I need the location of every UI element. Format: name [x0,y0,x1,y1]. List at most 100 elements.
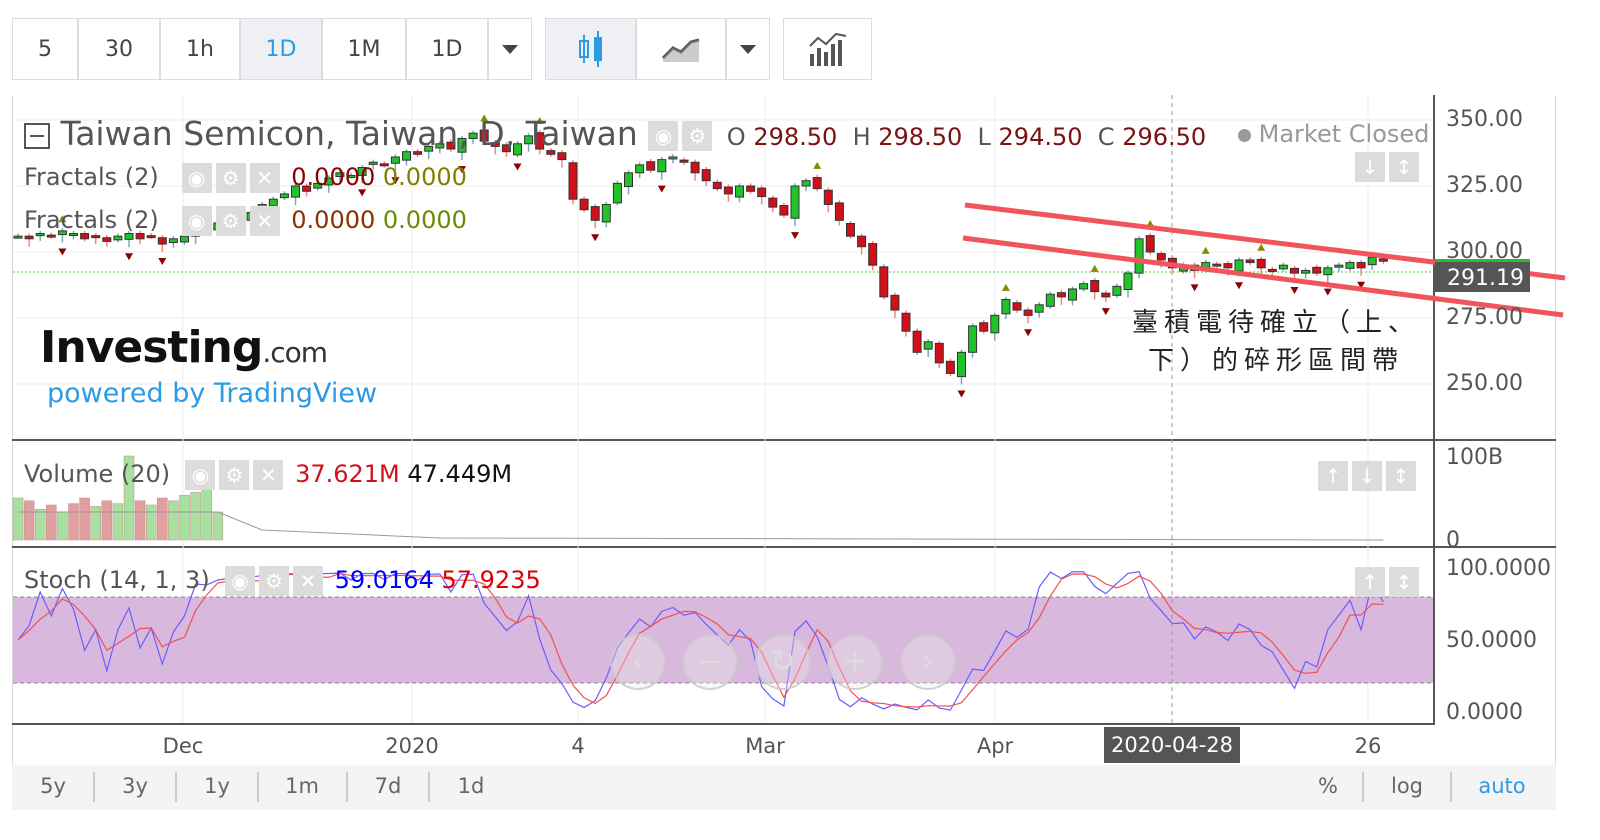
visibility-eye-icon[interactable]: ◉ [185,460,216,490]
volume-bar [79,497,90,541]
settings-gear-icon[interactable]: ⚙ [219,460,250,490]
candle-down [712,181,722,190]
remove-x-icon[interactable]: ✕ [249,206,280,236]
candle-down [579,198,589,211]
range-1d[interactable]: 1d [458,774,485,798]
scroll-left-button[interactable]: ‹ [610,634,666,690]
candle-down [979,322,989,332]
candle-down [1245,259,1255,264]
fractal-up-marker [813,161,822,169]
candle-up [635,164,645,174]
remove-x-icon[interactable]: ✕ [249,163,280,193]
candle-down [1212,263,1222,267]
price-tick: 250.00 [1446,371,1523,396]
reset-button[interactable]: ↻ [755,634,811,690]
remove-x-icon[interactable]: ✕ [253,460,284,490]
candle-up [790,185,800,219]
candle-down [1012,302,1022,311]
candle-down [679,159,689,163]
remove-x-icon[interactable]: ✕ [292,566,323,596]
maximize-pane-icon[interactable]: ↕ [1386,461,1416,491]
settings-gear-icon[interactable]: ⚙ [682,120,713,151]
volume-bar [145,504,157,541]
candle-down [102,237,112,242]
candle-up [1034,304,1044,313]
volume-bar [34,508,46,541]
collapse-icon[interactable] [24,122,50,149]
move-down-icon[interactable]: ↓ [1352,461,1382,491]
price-pane-controls: ↓ ↕ [1355,152,1423,182]
candle-down [834,202,844,221]
status-dot-icon [1238,128,1251,142]
candle-down [912,330,922,353]
candle-up [1079,283,1089,290]
time-tick: 26 [1354,734,1382,758]
visibility-eye-icon[interactable]: ◉ [648,120,679,151]
stoch-legend: Stoch (14, 1, 3) ◉ ⚙ ✕ 59.0164 57.9235 [24,566,541,596]
time-tick: Dec [162,734,204,758]
fractal-down-marker [158,258,167,265]
fractal-up-marker [1001,283,1010,291]
volume-bar [134,500,146,541]
percent-scale-toggle[interactable]: % [1318,774,1338,798]
volume-bar [179,494,190,541]
range-1m[interactable]: 1m [285,774,319,798]
candle-up [968,325,978,353]
move-up-icon[interactable]: ↑ [1318,461,1348,491]
candle-up [923,341,933,350]
symbol-legend: Taiwan Semicon, Taiwan, D, Taiwan ◉ ⚙ O 2… [24,114,1206,153]
fractal-down-marker [1024,329,1033,337]
volume-bar [112,503,124,541]
zoom-out-button[interactable]: − [682,634,738,690]
settings-gear-icon[interactable]: ⚙ [258,566,289,596]
visibility-eye-icon[interactable]: ◉ [181,206,212,236]
candle-down [779,205,789,216]
volume-tick: 0 [1446,528,1460,553]
candle-down [1312,266,1322,274]
settings-gear-icon[interactable]: ⚙ [215,163,246,193]
maximize-pane-icon[interactable]: ↕ [1389,567,1419,597]
fractal-down-marker [791,232,799,240]
settings-gear-icon[interactable]: ⚙ [215,206,246,236]
candle-down [723,186,733,195]
scroll-right-button[interactable]: › [900,634,956,690]
last-price-label: 291.19 [1435,259,1530,292]
candle-down [157,237,167,245]
candle-down [590,206,600,221]
candle-up [1323,267,1333,276]
fractal-down-marker [513,163,522,171]
candle-up [1345,262,1355,269]
candle-up [180,235,189,243]
range-3y[interactable]: 3y [122,774,148,798]
fractals-legend: Fractals (2) ◉ ⚙ ✕ 0.0000 0.0000 [24,163,467,193]
range-7d[interactable]: 7d [375,774,402,798]
volume-bar [157,497,168,541]
candle-down [1056,292,1066,298]
range-5y[interactable]: 5y [40,774,66,798]
fractal-up-marker [1090,264,1099,272]
auto-scale-toggle[interactable]: auto [1478,774,1525,798]
candle-up [990,314,1000,334]
candle-down [846,222,855,237]
move-up-icon[interactable]: ↑ [1355,567,1385,597]
candle-up [279,193,289,199]
range-1y[interactable]: 1y [204,774,230,798]
log-scale-toggle[interactable]: log [1391,774,1423,798]
candle-up [1123,272,1133,290]
market-status: Market Closed [1238,120,1429,148]
candle-down [768,197,778,208]
time-tick: 2020 [385,734,439,758]
move-down-icon[interactable]: ↓ [1355,152,1385,182]
price-tick: 275.00 [1446,305,1523,330]
stoch-tick: 50.0000 [1446,628,1537,653]
candle-down [557,152,567,161]
volume-bar [12,497,24,541]
candle-up [657,159,667,173]
stoch-tick: 100.0000 [1446,556,1551,581]
zoom-in-button[interactable]: + [827,634,883,690]
visibility-eye-icon[interactable]: ◉ [181,163,212,193]
maximize-pane-icon[interactable]: ↕ [1389,152,1419,182]
visibility-eye-icon[interactable]: ◉ [224,566,255,596]
volume-pane-controls: ↑ ↓ ↕ [1318,461,1420,491]
candle-down [701,169,711,182]
